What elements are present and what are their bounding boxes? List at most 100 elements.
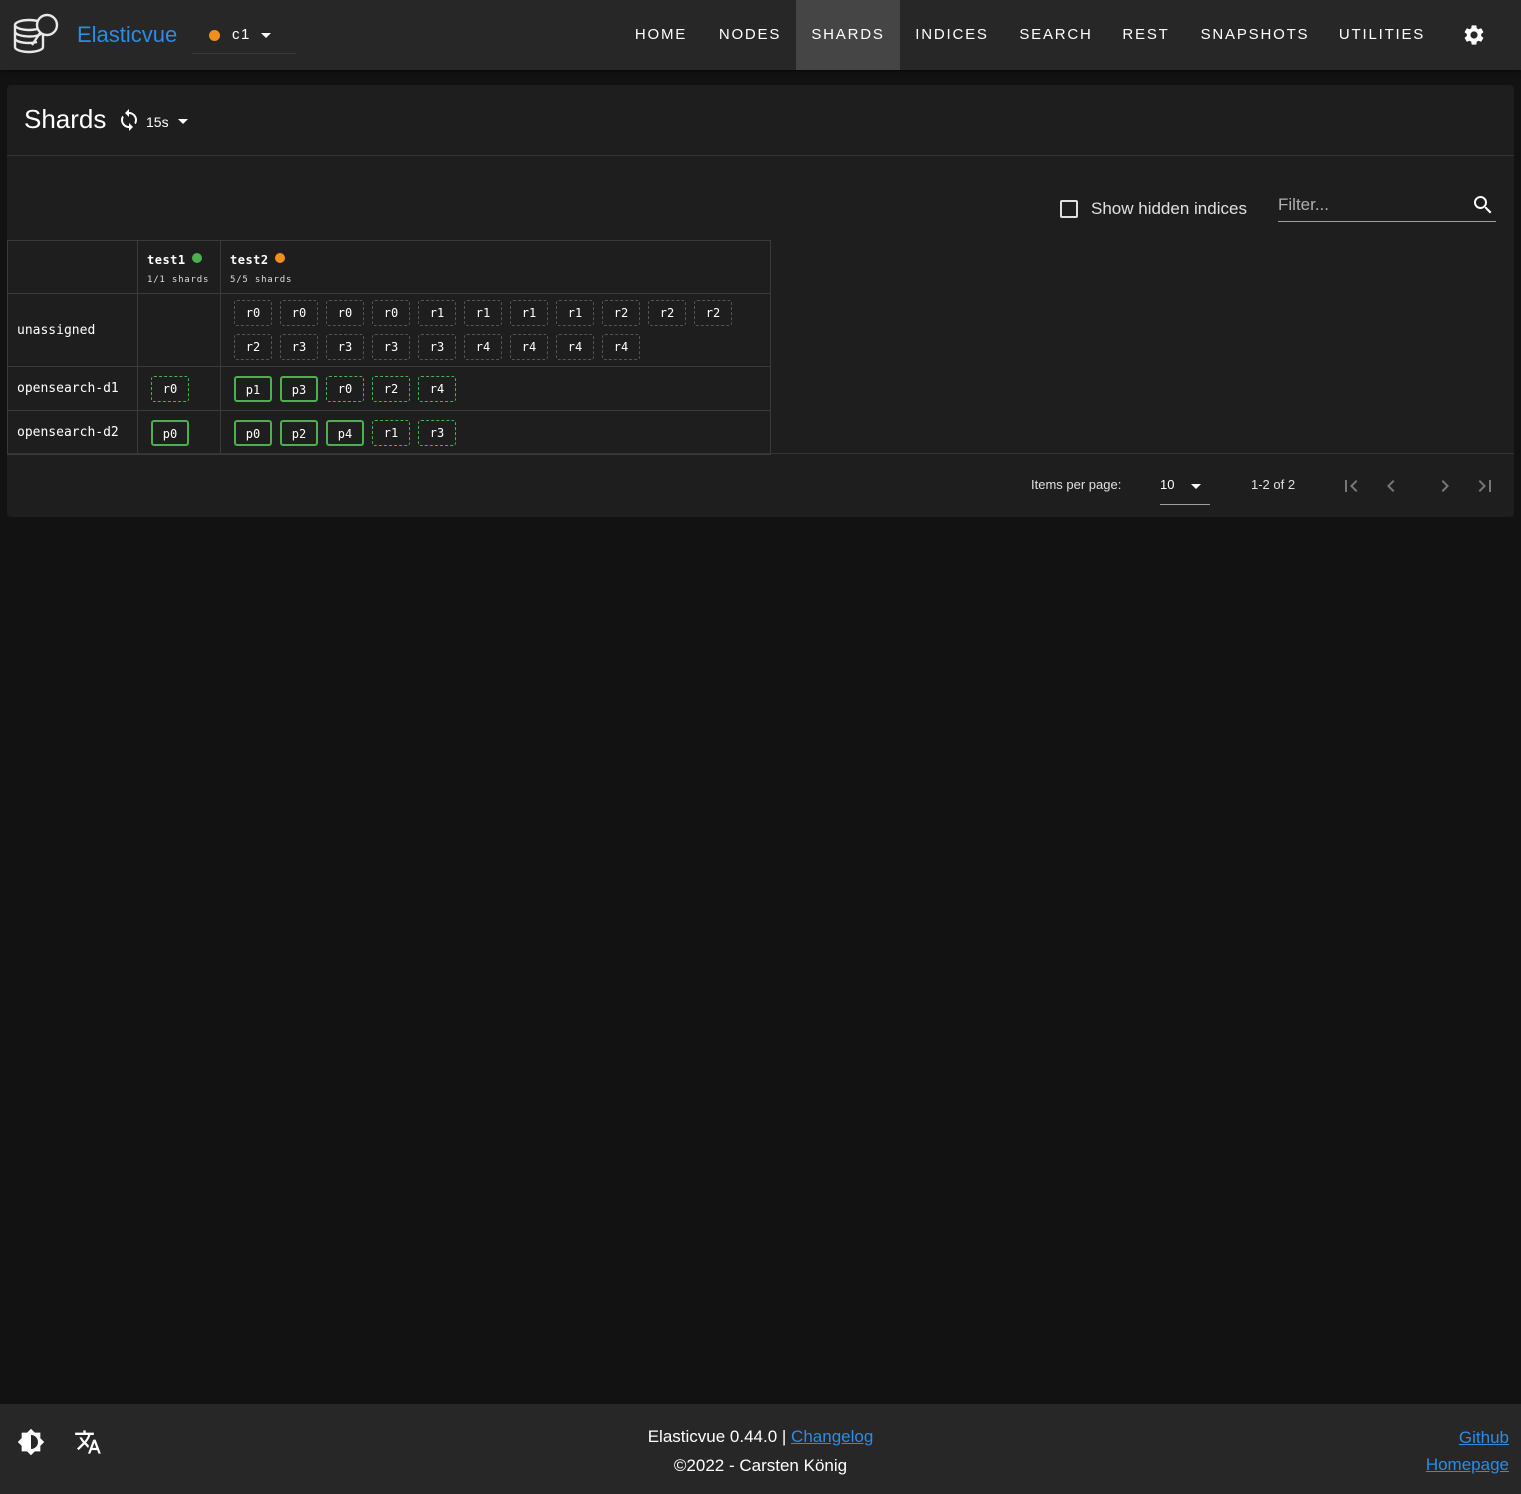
shard-replica[interactable]: r0 — [326, 375, 364, 402]
cluster-name: c1 — [232, 26, 251, 43]
shard-unassigned[interactable]: r4 — [556, 334, 594, 360]
last-page-icon[interactable] — [1473, 474, 1497, 498]
shard-unassigned[interactable]: r0 — [372, 300, 410, 326]
index-shard-count: 5/5 shards — [230, 275, 293, 285]
divider — [7, 453, 1514, 454]
top-app-bar: Elasticvue c1 HOME NODES SHARDS INDICES … — [0, 0, 1521, 70]
shard-replica[interactable]: r1 — [372, 419, 410, 446]
shard-cell — [137, 293, 221, 367]
footer-copyright: ©2022 - Carsten König — [673, 1456, 848, 1475]
health-status-dot — [191, 253, 202, 263]
nav-shards[interactable]: SHARDS — [796, 0, 900, 70]
cluster-selector[interactable]: c1 — [192, 18, 296, 54]
shard-primary[interactable]: p0 — [234, 419, 272, 446]
version-text: Elasticvue 0.44.0 | — [647, 1427, 787, 1446]
shard-unassigned[interactable]: r0 — [234, 300, 272, 326]
show-hidden-indices-checkbox[interactable] — [1060, 200, 1078, 218]
shard-unassigned[interactable]: r0 — [326, 300, 364, 326]
shard-unassigned[interactable]: r1 — [510, 300, 548, 326]
shard-unassigned[interactable]: r2 — [694, 300, 732, 326]
elasticvue-logo-icon[interactable] — [12, 11, 62, 61]
shard-primary[interactable]: p2 — [280, 419, 318, 446]
homepage-link[interactable]: Homepage — [1426, 1455, 1509, 1474]
shard-unassigned[interactable]: r2 — [648, 300, 686, 326]
items-per-page-label: Items per page: — [1031, 477, 1122, 492]
footer-links: Github Homepage — [1426, 1424, 1509, 1478]
node-label: opensearch-d2 — [7, 410, 138, 455]
index-name: test1 — [147, 253, 186, 267]
shard-unassigned[interactable]: r1 — [556, 300, 594, 326]
chevron-down-icon — [1191, 484, 1201, 489]
shard-cell: p1 p3 r0 r2 r4 — [220, 366, 771, 411]
shard-unassigned[interactable]: r0 — [280, 300, 318, 326]
shard-primary[interactable]: p3 — [280, 375, 318, 402]
shard-unassigned[interactable]: r3 — [372, 334, 410, 360]
shard-unassigned[interactable]: r4 — [602, 334, 640, 360]
index-name: test2 — [230, 253, 269, 267]
nav-utilities[interactable]: UTILITIES — [1330, 0, 1434, 70]
refresh-icon[interactable] — [117, 108, 141, 132]
pagination-range: 1-2 of 2 — [1251, 477, 1296, 492]
shard-cell: r0 r0 r0 r0 r1 r1 r1 r1 r2 r2 r2 r2 r3 r3 r3 r3 r4 r4 r4 r4 — [220, 293, 771, 367]
corner-cell — [7, 240, 138, 294]
chevron-down-icon[interactable] — [178, 119, 188, 124]
nav-search[interactable]: SEARCH — [1009, 0, 1103, 70]
footer: Elasticvue 0.44.0 | Changelog ©2022 - Ca… — [0, 1404, 1521, 1494]
shard-primary[interactable]: p0 — [151, 419, 189, 446]
shard-unassigned[interactable]: r3 — [418, 334, 456, 360]
shard-cell: p0 — [137, 410, 221, 455]
chevron-down-icon — [261, 33, 271, 38]
first-page-icon[interactable] — [1339, 474, 1363, 498]
items-per-page-select[interactable]: 10 — [1160, 469, 1210, 505]
health-status-dot — [274, 253, 285, 263]
shard-unassigned[interactable]: r2 — [602, 300, 640, 326]
previous-page-icon[interactable] — [1379, 474, 1403, 498]
brand-name[interactable]: Elasticvue — [77, 22, 177, 48]
shard-unassigned[interactable]: r3 — [326, 334, 364, 360]
page-title: Shards — [24, 104, 107, 134]
shard-replica[interactable]: r0 — [151, 375, 189, 402]
shard-unassigned[interactable]: r3 — [280, 334, 318, 360]
items-per-page-value: 10 — [1160, 477, 1175, 492]
show-hidden-indices-label[interactable]: Show hidden indices — [1091, 199, 1247, 219]
nav-snapshots[interactable]: SNAPSHOTS — [1190, 0, 1320, 70]
shards-table: test1 1/1 shards test2 5/5 shards unassi… — [7, 240, 771, 455]
gear-icon[interactable] — [1462, 23, 1486, 47]
filter-input[interactable] — [1278, 192, 1458, 218]
index-shard-count: 1/1 shards — [147, 275, 210, 285]
table-row: unassigned r0 r0 r0 r0 r1 r1 r1 r1 r2 r2 r2r2 r3 r3 r… — [7, 293, 771, 367]
shard-primary[interactable]: p1 — [234, 375, 272, 402]
refresh-interval-value[interactable]: 15s — [146, 114, 169, 130]
next-page-icon[interactable] — [1433, 474, 1457, 498]
shards-card: Shards 15s Show hidden indices test1 1/1… — [7, 85, 1514, 517]
shard-unassigned[interactable]: r1 — [418, 300, 456, 326]
shard-unassigned[interactable]: r4 — [464, 334, 502, 360]
shard-replica[interactable]: r2 — [372, 375, 410, 402]
shard-primary[interactable]: p4 — [326, 419, 364, 446]
table-row: opensearch-d2 p0 p0 p2 p4 r1 r3 — [7, 410, 771, 455]
search-icon[interactable] — [1471, 193, 1495, 217]
shard-cell: p0 p2 p4 r1 r3 — [220, 410, 771, 455]
node-label: unassigned — [7, 293, 138, 367]
table-header-row: test1 1/1 shards test2 5/5 shards — [7, 240, 771, 294]
nav-home[interactable]: HOME — [622, 0, 700, 70]
nav-rest[interactable]: REST — [1113, 0, 1179, 70]
github-link[interactable]: Github — [1459, 1428, 1509, 1447]
shard-unassigned[interactable]: r1 — [464, 300, 502, 326]
changelog-link[interactable]: Changelog — [791, 1427, 873, 1446]
shard-replica[interactable]: r4 — [418, 375, 456, 402]
shard-unassigned[interactable]: r4 — [510, 334, 548, 360]
filter-field — [1278, 188, 1496, 222]
shard-replica[interactable]: r3 — [418, 419, 456, 446]
node-label: opensearch-d1 — [7, 366, 138, 411]
index-header-test1[interactable]: test1 1/1 shards — [137, 240, 221, 294]
shard-unassigned[interactable]: r2 — [234, 334, 272, 360]
divider — [7, 155, 1514, 156]
nav-indices[interactable]: INDICES — [905, 0, 999, 70]
footer-version: Elasticvue 0.44.0 | Changelog — [0, 1427, 1521, 1447]
table-row: opensearch-d1 r0 p1 p3 r0 r2 r4 — [7, 366, 771, 411]
cluster-status-dot — [209, 30, 220, 41]
shard-cell: r0 — [137, 366, 221, 411]
nav-nodes[interactable]: NODES — [710, 0, 790, 70]
index-header-test2[interactable]: test2 5/5 shards — [220, 240, 771, 294]
